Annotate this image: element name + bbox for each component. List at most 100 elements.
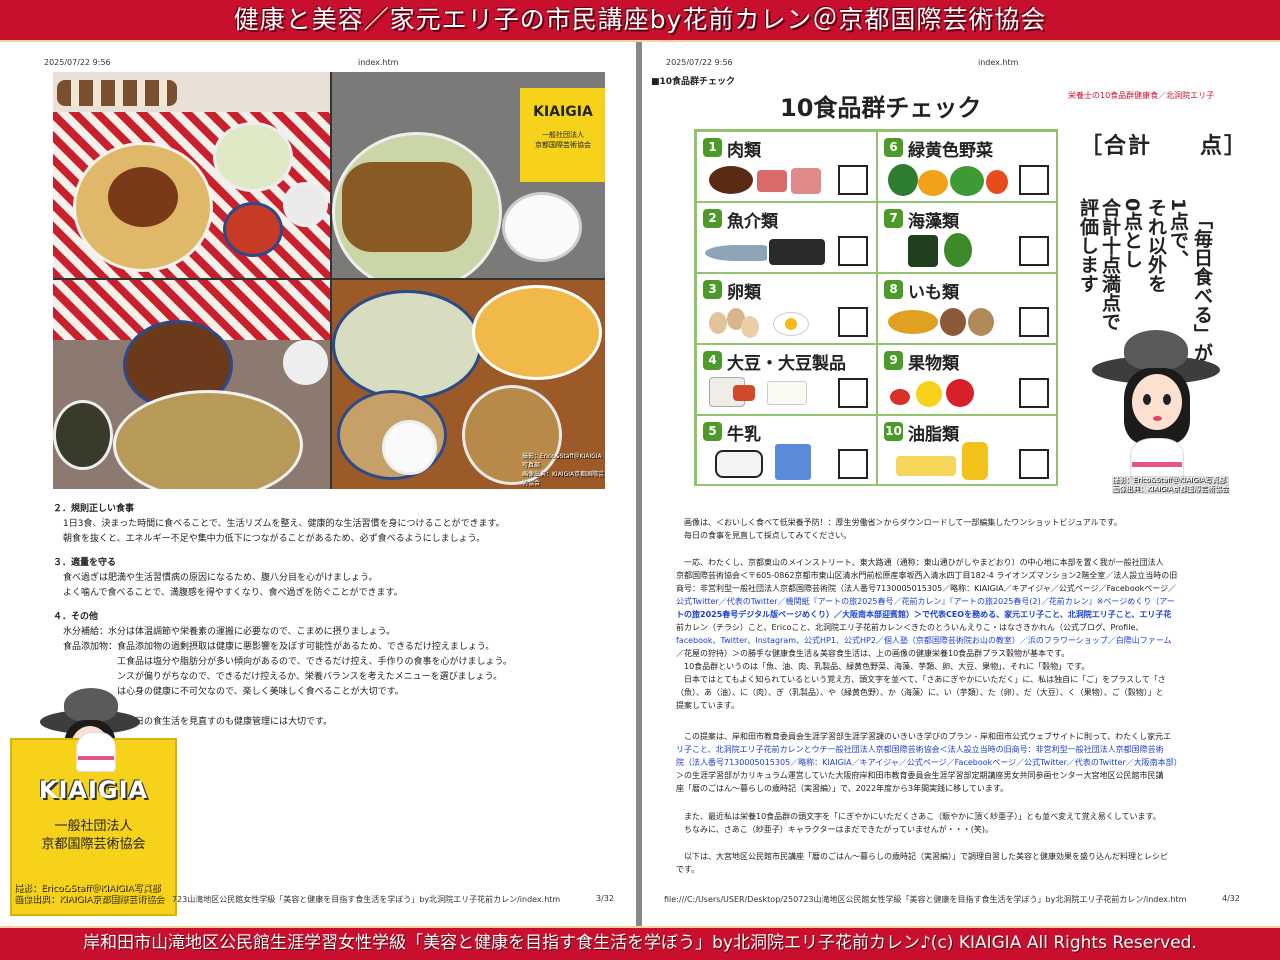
- section-title: ２．規則正しい食事: [53, 504, 135, 514]
- photo-badge-line1: 一般社団法人: [542, 131, 584, 139]
- bottom-banner-copyright: 岸和田市山滝地区公民館生涯学習女性学級「美容と健康を目指す食生活を学ぼう」by北…: [0, 928, 1280, 960]
- food-group-number: 8: [884, 280, 903, 299]
- food-group-number: 9: [884, 351, 903, 370]
- proposal-line: 院（法人番号7130005015305／略称：KIAIGIA／キアイジャ／公式ペ…: [676, 758, 1182, 767]
- top-banner-title: 健康と美容／家元エリ子の市民講座by花前カレン＠京都国際芸術協会: [0, 0, 1280, 40]
- intro-line: 提案しています。: [676, 701, 739, 710]
- box-credit-line2: 画像出典：KIAIGIA京都国際芸術協会: [14, 895, 165, 905]
- right-header-datetime: 2025/07/22 9:56: [666, 58, 733, 67]
- proposal-line: リ子こと、北洞院エリ子花前カレンとウチ一般社団法人京都国際芸術協会＜法人設立当時…: [676, 745, 1164, 754]
- photo-credit-line1: 撮影：Erico&Staff＠KIAIGIA写真部: [522, 453, 602, 469]
- food-group-number: 10: [884, 422, 903, 441]
- mnemonic-line: また、最近私は栄養10食品群の頭文字を「にぎやかにいただくさあこ（賑やかに頂く紗…: [676, 812, 1161, 821]
- kiaigia-box-line2: 京都国際芸術協会: [41, 837, 146, 852]
- food-group-name: 大豆・大豆製品: [727, 354, 846, 374]
- intro-paragraph: 一応、わたくし、京都東山のメインストリート、東大路通（通称：東山通ひがしやまどお…: [676, 556, 1228, 712]
- recipe-intro-line: 以下は、大宮地区公民館市民講座「暦のごはん～暮らしの歳時記（実習編）」で調理自習…: [676, 852, 1168, 861]
- stir-fry-meal-photo: [53, 280, 330, 489]
- food-group-number: 4: [703, 351, 722, 370]
- food-group-name: 果物類: [908, 354, 959, 374]
- intro-line: 公式Twitter／代表のTwitter／機関紙『アートの旅2025春号／花前カ…: [676, 597, 1175, 606]
- food-photo-collage: KIAIGIA 一般社団法人 京都国際芸術協会 撮影：Erico&Staff＠K…: [53, 72, 605, 489]
- section-title: ４．その他: [53, 612, 99, 622]
- food-group-number: 6: [884, 138, 903, 157]
- proposal-paragraph: この提案は、岸和田市教育委員会生涯学習部生涯学習課のいきいき学びのプラン - 岸…: [676, 730, 1228, 795]
- food-group-name: いも類: [908, 283, 959, 303]
- food-group-name: 肉類: [727, 141, 761, 161]
- section-line: よく噛んで食べることで、満腹感を得やすくなり、食べ過ぎを防ぐことができます。: [63, 588, 403, 598]
- food-group-number: 3: [703, 280, 722, 299]
- food-group-number: 7: [884, 209, 903, 228]
- image-source-line2: 毎日の食事を見直して採点してみてください。: [684, 531, 852, 540]
- food-group-name: 油脂類: [908, 425, 959, 445]
- photo-kiaigia-badge: KIAIGIA 一般社団法人 京都国際芸術協会: [520, 88, 605, 182]
- food-group-checkbox[interactable]: [1019, 165, 1049, 195]
- intro-line: 京都国際芸術協会＜〒605-0862京都市東山区清水門前松原産寧坂西入清水四丁目…: [676, 571, 1178, 580]
- recipe-intro-line2: です。: [676, 865, 700, 874]
- left-header-datetime: 2025/07/22 9:56: [44, 58, 111, 67]
- right-footer-path: file:///C:/Users/USER/Desktop/250723山滝地区…: [664, 895, 1187, 904]
- food-group-checkbox[interactable]: [1019, 307, 1049, 337]
- food-group-cell-meat: 1 肉類: [696, 131, 877, 202]
- food-group-checkbox[interactable]: [1019, 378, 1049, 408]
- intro-line: 日本ではとてもよく知られているという覚え方、頭文字を並べて、「さあにぎやかにいた…: [676, 675, 1166, 684]
- left-footer-path: 723山滝地区公民館女性学級「美容と健康を目指す食生活を学ぼう」by北洞院エリ子…: [172, 895, 561, 904]
- food-group-name: 海藻類: [908, 212, 959, 232]
- total-score-label: ［合計 点］: [1080, 134, 1249, 159]
- food-group-number: 2: [703, 209, 722, 228]
- food-group-cell-fruits: 9 果物類: [877, 344, 1058, 415]
- right-header-filename: index.htm: [978, 58, 1019, 67]
- image-source-line: 画像は、＜おいしく食べて低栄養予防！：厚生労働省＞からダウンロードして一部編集し…: [684, 518, 1122, 527]
- food-group-checkbox[interactable]: [838, 307, 868, 337]
- left-footer-page: 3/32: [596, 894, 614, 903]
- photo-credit-line2: 画像出典：KIAIGIA京都国際芸術協会: [522, 471, 605, 487]
- right-credit-line2: 画像出典：KIAIGIA京都国際芸術協会: [1112, 485, 1229, 493]
- food-group-section-label: ■10食品群チェック: [651, 77, 736, 87]
- proposal-line: この提案は、岸和田市教育委員会生涯学習部生涯学習課のいきいき学びのプラン - 岸…: [676, 732, 1172, 741]
- food-group-cell-eggs: 3 卵類: [696, 273, 877, 344]
- food-group-cell-soy: 4 大豆・大豆製品: [696, 344, 877, 415]
- intro-line: 一応、わたくし、京都東山のメインストリート、東大路通（通称：東山通ひがしやまどお…: [684, 558, 1164, 567]
- mnemonic-paragraph: また、最近私は栄養10食品群の頭文字を「にぎやかにいただくさあこ（賑やかに頂く紗…: [676, 810, 1228, 836]
- photo-badge-name: KIAIGIA: [533, 104, 593, 120]
- food-group-cell-potatoes: 8 いも類: [877, 273, 1058, 344]
- box-credit: 撮影：Erico&Staff＠KIAIGIA写真部 画像出典：KIAIGIA京都…: [14, 884, 164, 906]
- box-credit-line1: 撮影：Erico&Staff＠KIAIGIA写真部: [14, 884, 161, 894]
- section-line: 1日3食、決まった時間に食べることで、生活リズムを整え、健康的な生活習慣を身につ…: [63, 519, 505, 529]
- food-group-checkbox[interactable]: [838, 449, 868, 479]
- food-group-cell-seaweed: 7 海藻類: [877, 202, 1058, 273]
- food-group-checkbox[interactable]: [838, 236, 868, 266]
- proposal-line: ＞の生涯学習部がカリキュラム運営していた大阪府岸和田市教育委員会生涯学習部定期講…: [676, 771, 1164, 780]
- image-source-paragraph: 画像は、＜おいしく食べて低栄養予防！：厚生労働省＞からダウンロードして一部編集し…: [676, 516, 1228, 542]
- food-group-checkbox[interactable]: [1019, 449, 1049, 479]
- food-group-checkbox[interactable]: [838, 378, 868, 408]
- right-photo-credit: 撮影：Erico&Staff＠KIAIGIA写真部 画像出典：KIAIGIA京都…: [1112, 476, 1229, 494]
- intro-line: 前カレン（チラシ）こと、Ericoこと、北洞院エリ子花前カレン＜きたのとういんえ…: [676, 623, 1144, 632]
- food-group-cell-seafood: 2 魚介類: [696, 202, 877, 273]
- intro-line: （魚）、あ（油）、に（肉）、ぎ（乳製品）、や（緑黄色野）、か（海藻）に、い（芋類…: [676, 688, 1164, 697]
- recipe-intro-paragraph: 以下は、大宮地区公民館市民講座「暦のごはん～暮らしの歳時記（実習編）」で調理自習…: [676, 850, 1228, 876]
- food-group-cell-green-yellow-vegetables: 6 緑黄色野菜: [877, 131, 1058, 202]
- section-line: 水分補給：水分は体温調節や栄養素の運搬に必要なので、こまめに摂りましょう。: [63, 627, 396, 637]
- section-moderate-amount: ３．適量を守る 食べ過ぎは肥満や生活習慣病の原因になるため、腹八分目を心がけまし…: [53, 556, 613, 601]
- food-group-cell-milk: 5 牛乳: [696, 415, 877, 486]
- food-group-name: 牛乳: [727, 425, 761, 445]
- fried-fish-meal-photo: KIAIGIA 一般社団法人 京都国際芸術協会: [332, 72, 605, 278]
- mnemonic-line: ちなみに、さあこ（紗亜子）キャラクターはまだできたがっていませんが・・・(笑)。: [676, 825, 994, 834]
- section-line: 食べ過ぎは肥満や生活習慣病の原因になるため、腹八分目を心がけましょう。: [63, 573, 378, 583]
- right-footer-page: 4/32: [1222, 894, 1240, 903]
- food-group-checkbox[interactable]: [1019, 236, 1049, 266]
- photo-badge-line2: 京都国際芸術協会: [535, 141, 591, 149]
- food-group-number: 1: [703, 138, 722, 157]
- left-header-filename: index.htm: [358, 58, 399, 67]
- section-regular-meals: ２．規則正しい食事 1日3食、決まった時間に食べることで、生活リズムを整え、健康…: [53, 502, 613, 547]
- intro-line: トの旅2025春号デジタル版ページめくり）／大阪南本部迎賓館）＞で代表CEOを務…: [676, 610, 1172, 619]
- section-line: 食品添加物：食品添加物の過剰摂取は健康に悪影響を及ぼす可能性があるため、できるだ…: [63, 642, 495, 652]
- food-group-checklist: 1 肉類 6 緑黄色野菜 2 魚介類 7 海藻類 3 卵類 8 いも類 4 大豆…: [694, 129, 1058, 486]
- food-group-chart-source: 栄養士の10食品群健康食／北洞院エリ子: [1068, 91, 1215, 100]
- food-group-name: 卵類: [727, 283, 761, 303]
- section-title: ３．適量を守る: [53, 558, 117, 568]
- food-group-checkbox[interactable]: [838, 165, 868, 195]
- karen-character-illustration-right: [1092, 326, 1222, 486]
- intro-line: 10食品群というのは「魚、油、肉、乳製品、緑黄色野菜、海藻、芋類、卵、大豆、果物…: [676, 662, 1090, 671]
